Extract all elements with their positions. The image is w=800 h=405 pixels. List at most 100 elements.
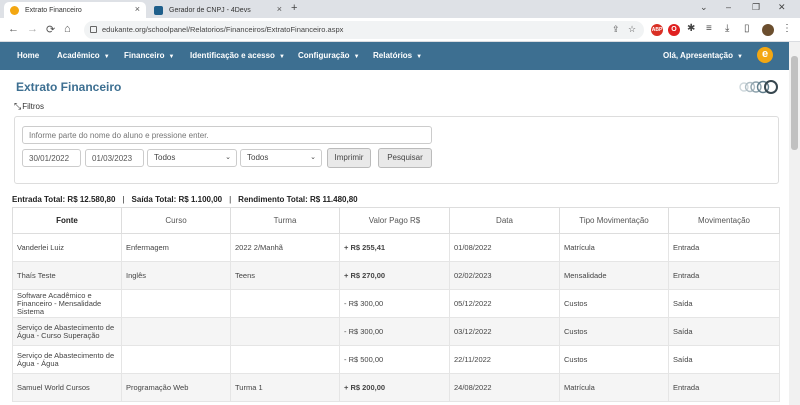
student-search-input[interactable] — [22, 126, 432, 144]
financial-statement-table: Fonte Curso Turma Valor Pago R$ Data Tip… — [12, 207, 780, 402]
cell-fonte: Serviço de Abastecimento de Água - Água — [12, 345, 122, 374]
column-header-data[interactable]: Data — [449, 207, 560, 234]
close-tab-icon[interactable]: × — [277, 4, 282, 14]
nav-configuracao[interactable]: Configuração ▼ — [298, 51, 360, 60]
collapse-arrows-icon: ⤡ — [14, 101, 22, 111]
cell-movimentacao: Entrada — [668, 261, 780, 290]
close-tab-icon[interactable]: × — [135, 4, 140, 14]
nav-relatorios[interactable]: Relatórios ▼ — [373, 51, 422, 60]
cell-tipo: Custos — [559, 345, 669, 374]
profile-avatar[interactable] — [762, 24, 774, 36]
reload-icon[interactable]: ⟳ — [46, 23, 55, 36]
cell-curso — [121, 345, 231, 374]
cell-curso: Enfermagem — [121, 233, 231, 262]
cell-data: 03/12/2022 — [449, 317, 560, 346]
caret-down-icon: ▼ — [353, 54, 360, 60]
chevron-down-icon: ⌄ — [225, 154, 231, 161]
cell-valor: - R$ 300,00 — [339, 317, 450, 346]
nav-identificacao[interactable]: Identificação e acesso ▼ — [190, 51, 285, 60]
cell-movimentacao: Saída — [668, 345, 780, 374]
page-title: Extrato Financeiro — [16, 80, 122, 94]
cell-movimentacao: Saída — [668, 317, 780, 346]
cell-turma — [230, 345, 340, 374]
totals-separator: | — [122, 195, 125, 204]
cell-tipo: Matrícula — [559, 373, 669, 402]
side-panel-icon[interactable]: ▯ — [744, 23, 750, 34]
home-icon[interactable]: ⌂ — [64, 23, 71, 35]
cell-turma: Turma 1 — [230, 373, 340, 402]
table-row: Samuel World Cursos Programação Web Turm… — [12, 373, 780, 402]
print-button[interactable]: Imprimir — [327, 148, 371, 168]
chevron-down-icon: ⌄ — [310, 154, 316, 161]
extensions-puzzle-icon[interactable]: ✱ — [687, 23, 695, 34]
adblock-extension-icon[interactable]: ABP — [651, 24, 663, 36]
page-scrollbar-thumb[interactable] — [791, 56, 798, 150]
4devs-favicon-icon — [154, 5, 163, 15]
cell-valor: - R$ 300,00 — [339, 289, 450, 318]
edukante-logo: e — [757, 47, 773, 63]
browser-toolbar: ← → ⟳ ⌂ edukante.org/schoolpanel/Relator… — [0, 18, 800, 42]
total-saida: Saída Total: R$ 1.100,00 — [131, 195, 223, 204]
lock-icon — [90, 26, 97, 33]
cell-valor: + R$ 270,00 — [339, 261, 450, 290]
tab-search-icon[interactable]: ⌄ — [700, 2, 708, 13]
date-from-input[interactable] — [22, 149, 81, 167]
nav-academico[interactable]: Acadêmico ▼ — [57, 51, 110, 60]
caret-down-icon: ▼ — [736, 54, 743, 60]
opera-extension-icon[interactable]: O — [668, 24, 680, 36]
restore-icon[interactable]: ❐ — [752, 2, 760, 13]
caret-down-icon: ▼ — [168, 54, 175, 60]
date-to-input[interactable] — [85, 149, 144, 167]
caret-down-icon: ▼ — [103, 54, 110, 60]
back-icon[interactable]: ← — [8, 23, 19, 35]
column-header-turma[interactable]: Turma — [230, 207, 340, 234]
cell-fonte: Software Acadêmico e Financeiro - Mensal… — [12, 289, 122, 318]
new-tab-icon[interactable]: + — [291, 2, 297, 14]
column-header-valor[interactable]: Valor Pago R$ — [339, 207, 450, 234]
cell-turma — [230, 289, 340, 318]
reading-list-icon[interactable]: ≡ — [706, 23, 712, 34]
share-icon[interactable]: ⇪ — [612, 24, 620, 35]
cell-valor: + R$ 200,00 — [339, 373, 450, 402]
total-entrada: Entrada Total: R$ 12.580,80 — [12, 195, 116, 204]
user-menu[interactable]: Olá, Apresentação ▼ — [663, 51, 743, 60]
cell-tipo: Custos — [559, 289, 669, 318]
filters-toggle[interactable]: ⤡Filtros — [14, 101, 44, 112]
browser-tab-title: Extrato Financeiro — [25, 6, 82, 14]
edukante-favicon-icon — [10, 5, 19, 15]
bookmark-star-icon[interactable]: ☆ — [628, 24, 636, 35]
address-bar[interactable]: edukante.org/schoolpanel/Relatorios/Fina… — [84, 21, 644, 39]
cell-data: 24/08/2022 — [449, 373, 560, 402]
search-button[interactable]: Pesquisar — [378, 148, 432, 168]
browser-tab-extrato[interactable]: Extrato Financeiro × — [4, 2, 146, 18]
minimize-icon[interactable]: – — [726, 2, 731, 12]
column-header-movimentacao[interactable]: Movimentação — [668, 207, 780, 234]
filter-select-1[interactable]: Todos ⌄ — [147, 149, 237, 167]
chrome-menu-icon[interactable]: ⋮ — [782, 23, 792, 34]
cell-data: 05/12/2022 — [449, 289, 560, 318]
totals-summary: Entrada Total: R$ 12.580,80 | Saída Total:… — [12, 195, 358, 204]
browser-tab-4devs[interactable]: Gerador de CNPJ - 4Devs × — [148, 2, 288, 18]
table-row: Thaís Teste Inglês Teens + R$ 270,00 02/… — [12, 261, 780, 290]
cell-curso — [121, 317, 231, 346]
cell-data: 01/08/2022 — [449, 233, 560, 262]
column-header-curso[interactable]: Curso — [121, 207, 231, 234]
download-icon[interactable]: ⤓ — [725, 23, 729, 34]
app-navbar: Home Acadêmico ▼ Financeiro ▼ Identificaçã… — [0, 42, 789, 70]
column-header-fonte[interactable]: Fonte — [12, 207, 122, 234]
cell-valor: + R$ 255,41 — [339, 233, 450, 262]
nav-home[interactable]: Home — [17, 51, 39, 60]
caret-down-icon: ▼ — [278, 54, 285, 60]
forward-icon[interactable]: → — [27, 23, 38, 35]
filter-select-2[interactable]: Todos ⌄ — [240, 149, 322, 167]
nav-financeiro[interactable]: Financeiro ▼ — [124, 51, 174, 60]
totals-separator: | — [229, 195, 232, 204]
cell-movimentacao: Saída — [668, 289, 780, 318]
cell-data: 22/11/2022 — [449, 345, 560, 374]
cell-fonte: Serviço de Abastecimento de Água - Curso… — [12, 317, 122, 346]
table-row: Serviço de Abastecimento de Água - Água … — [12, 345, 780, 374]
cell-data: 02/02/2023 — [449, 261, 560, 290]
cell-curso: Programação Web — [121, 373, 231, 402]
column-header-tipo[interactable]: Tipo Movimentação — [559, 207, 669, 234]
window-close-icon[interactable]: ✕ — [778, 2, 786, 13]
